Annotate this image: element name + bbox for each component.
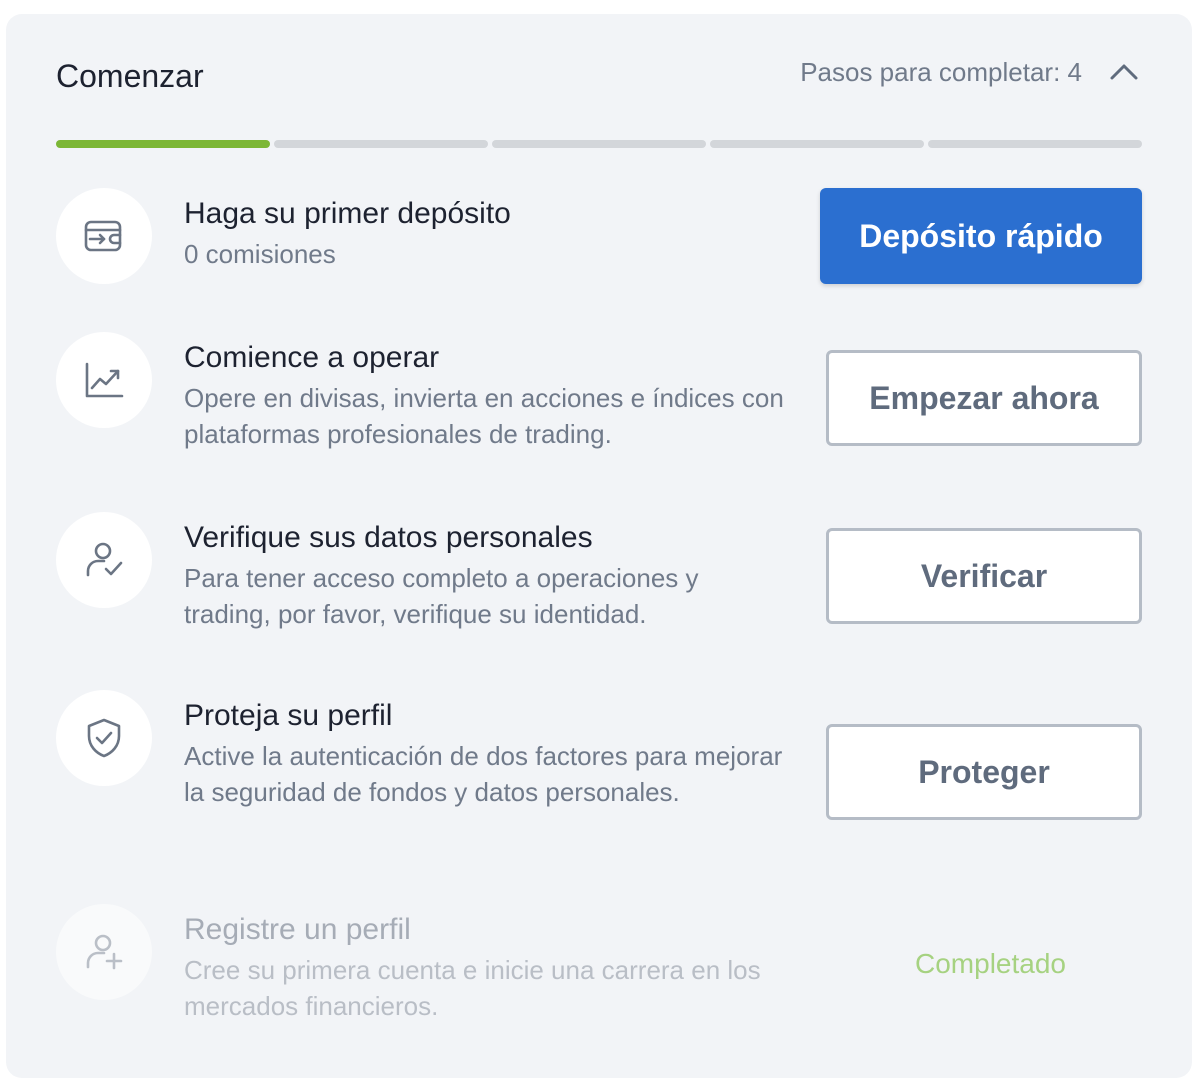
wallet-transfer-icon [84, 220, 122, 252]
quick-deposit-button[interactable]: Depósito rápido [820, 188, 1142, 284]
shield-check-icon [87, 718, 121, 758]
protect-button[interactable]: Proteger [826, 724, 1142, 820]
steps-remaining-label: Pasos para completar: 4 [800, 57, 1082, 87]
step-title: Comience a operar [184, 341, 440, 374]
step-text: Verifique sus datos personales Para tene… [184, 518, 784, 632]
step-description: Cree su primera cuenta e inicie una carr… [184, 955, 761, 1021]
step-description: 0 comisiones [184, 239, 336, 269]
user-add-icon [86, 934, 123, 970]
step-verify-identity: Verifique sus datos personales Para tene… [56, 512, 1142, 638]
step-description: Active la autenticación de dos factores … [184, 741, 783, 807]
step-title: Proteja su perfil [184, 699, 393, 732]
step-icon-container [56, 690, 152, 786]
progress-segment [492, 140, 706, 148]
step-icon-container [56, 188, 152, 284]
step-text: Registre un perfil Cree su primera cuent… [184, 910, 824, 1024]
start-now-button[interactable]: Empezar ahora [826, 350, 1142, 446]
step-title: Verifique sus datos personales [184, 521, 593, 554]
card-title: Comenzar [56, 58, 204, 94]
step-start-trading: Comience a operar Opere en divisas, invi… [56, 332, 1142, 458]
step-text: Comience a operar Opere en divisas, invi… [184, 338, 784, 452]
step-protect-profile: Proteja su perfil Active la autenticació… [56, 690, 1142, 854]
step-text: Proteja su perfil Active la autenticació… [184, 696, 784, 810]
progress-segment [274, 140, 488, 148]
completed-status: Completado [915, 948, 1066, 979]
progress-segment-completed [56, 140, 270, 148]
collapse-button[interactable] [1106, 56, 1142, 88]
progress-segment [928, 140, 1142, 148]
step-icon-container [56, 904, 152, 1000]
verify-button[interactable]: Verificar [826, 528, 1142, 624]
step-icon-container [56, 512, 152, 608]
getting-started-card: Comenzar Pasos para completar: 4 Haga su [6, 14, 1192, 1078]
step-icon-container [56, 332, 152, 428]
step-register-profile: Registre un perfil Cree su primera cuent… [56, 904, 1142, 1030]
step-title: Registre un perfil [184, 913, 411, 946]
progress-segment [710, 140, 924, 148]
progress-bar [56, 140, 1142, 148]
step-deposit: Haga su primer depósito 0 comisiones Dep… [56, 188, 1142, 284]
user-check-icon [86, 542, 123, 577]
step-description: Opere en divisas, invierta en acciones e… [184, 383, 784, 449]
step-title: Haga su primer depósito [184, 197, 511, 230]
step-text: Haga su primer depósito 0 comisiones [184, 194, 511, 272]
step-description: Para tener acceso completo a operaciones… [184, 563, 699, 629]
chevron-up-icon [1110, 64, 1138, 80]
card-header: Comenzar Pasos para completar: 4 [56, 54, 1142, 98]
chart-trend-icon [85, 362, 124, 398]
